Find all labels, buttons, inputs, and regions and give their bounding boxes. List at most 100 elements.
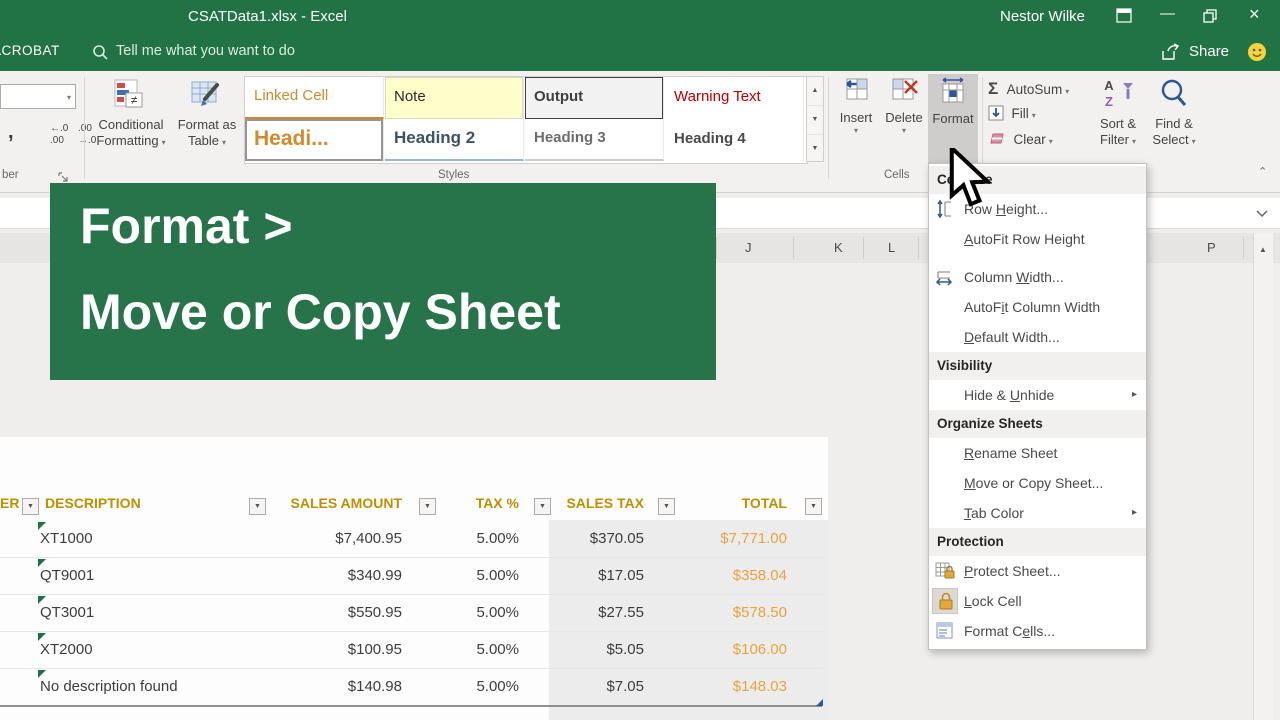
- cell-tax[interactable]: 5.00%: [402, 557, 519, 594]
- column-header-l[interactable]: L: [888, 240, 895, 255]
- minimize-button[interactable]: —: [1160, 5, 1175, 22]
- tab-acrobat[interactable]: ACROBAT: [0, 43, 60, 58]
- filter-button[interactable]: ▼: [658, 498, 675, 515]
- cell-sales-tax[interactable]: $5.05: [519, 631, 644, 668]
- cell-tax[interactable]: 5.00%: [402, 631, 519, 668]
- menu-item-format-cells[interactable]: Format Cells...: [929, 616, 1146, 646]
- gallery-scroll-up-icon[interactable]: ▲: [807, 77, 823, 106]
- cell-description[interactable]: XT1000: [40, 520, 260, 557]
- menu-header-organize-sheets: Organize Sheets: [929, 410, 1146, 438]
- autosum-button[interactable]: Σ AutoSum: [988, 79, 1069, 99]
- cell-sales-amount[interactable]: $100.95: [270, 631, 402, 668]
- title-bar: CSATData1.xlsx - Excel Nestor Wilke — ×: [0, 0, 1280, 33]
- vertical-scrollbar[interactable]: [1253, 233, 1273, 720]
- column-header-p[interactable]: P: [1207, 240, 1216, 255]
- styles-group-label: Styles: [438, 169, 470, 181]
- menu-item-default-width[interactable]: Default Width...: [929, 322, 1146, 352]
- cell-sales-amount[interactable]: $340.99: [270, 557, 402, 594]
- sort-filter-label: Sort & Filter: [1090, 116, 1146, 150]
- protect-sheet-icon: [935, 561, 957, 581]
- style-note[interactable]: Note: [385, 77, 524, 119]
- format-as-table-button[interactable]: Format as Table: [176, 77, 238, 181]
- find-select-icon: [1157, 79, 1191, 115]
- insert-dropdown-caret[interactable]: ▾: [832, 126, 880, 135]
- cell-sales-amount[interactable]: $7,400.95: [270, 520, 402, 557]
- cell-sales-tax[interactable]: $7.05: [519, 668, 644, 705]
- style-heading2[interactable]: Heading 2: [385, 119, 524, 161]
- table-row[interactable]: QT3001 $550.95 5.00% $27.55 $578.50: [0, 594, 828, 631]
- table-resize-handle[interactable]: [816, 699, 823, 706]
- style-heading1-selected[interactable]: Headi...: [245, 119, 384, 161]
- cell-sales-amount[interactable]: $140.98: [270, 668, 402, 705]
- cell-sales-amount[interactable]: $550.95: [270, 594, 402, 631]
- menu-item-autofit-row-height[interactable]: AutoFit Row Height: [929, 224, 1146, 254]
- cell-total[interactable]: $106.00: [644, 631, 787, 668]
- column-header-j[interactable]: J: [745, 240, 752, 255]
- cell-total[interactable]: $7,771.00: [644, 520, 787, 557]
- menu-item-column-width[interactable]: Column Width...: [929, 262, 1146, 292]
- close-button[interactable]: ×: [1249, 4, 1260, 25]
- cell-total[interactable]: $578.50: [644, 594, 787, 631]
- menu-item-tab-color[interactable]: Tab Color: [929, 498, 1146, 528]
- menu-item-move-or-copy-sheet[interactable]: Move or Copy Sheet...: [929, 468, 1146, 498]
- banner-line1: Format >: [80, 198, 293, 254]
- number-format-combobox[interactable]: ▾: [0, 84, 76, 109]
- delete-cells-button[interactable]: Delete ▾: [880, 77, 928, 135]
- clear-button[interactable]: Clear: [988, 131, 1053, 149]
- gallery-more-icon[interactable]: ▼: [807, 135, 823, 163]
- delete-dropdown-caret[interactable]: ▾: [880, 126, 928, 135]
- expand-formula-bar-icon[interactable]: [1255, 206, 1269, 224]
- menu-item-lock-cell[interactable]: Lock Cell: [929, 586, 1146, 616]
- cell-description[interactable]: QT3001: [40, 594, 260, 631]
- group-divider: [828, 77, 829, 179]
- share-button[interactable]: Share: [1189, 43, 1229, 60]
- menu-item-protect-sheet[interactable]: Protect Sheet...: [929, 556, 1146, 586]
- table-row[interactable]: XT1000 $7,400.95 5.00% $370.05 $7,771.00: [0, 520, 828, 557]
- style-output[interactable]: Output: [525, 77, 664, 119]
- tell-me-input[interactable]: Tell me what you want to do: [116, 43, 295, 59]
- style-warning-text[interactable]: Warning Text: [665, 77, 804, 119]
- cell-description[interactable]: XT2000: [40, 631, 260, 668]
- comma-style-button[interactable]: ,: [8, 121, 14, 144]
- cell-tax[interactable]: 5.00%: [402, 668, 519, 705]
- fill-icon: [988, 105, 1008, 122]
- style-heading3[interactable]: Heading 3: [525, 119, 664, 161]
- menu-item-rename-sheet[interactable]: Rename Sheet: [929, 438, 1146, 468]
- document-title: CSATData1.xlsx - Excel: [188, 8, 347, 25]
- increase-decimal-button[interactable]: ←.0 .00: [50, 123, 68, 147]
- cell-total[interactable]: $358.04: [644, 557, 787, 594]
- cell-sales-tax[interactable]: $27.55: [519, 594, 644, 631]
- gallery-scroll-down-icon[interactable]: ▼: [807, 106, 823, 135]
- sort-filter-button[interactable]: AZ Sort & Filter: [1090, 77, 1146, 150]
- find-select-button[interactable]: Find & Select: [1146, 77, 1202, 150]
- cell-description[interactable]: QT9001: [40, 557, 260, 594]
- cell-sales-tax[interactable]: $370.05: [519, 520, 644, 557]
- filter-button[interactable]: ▼: [805, 498, 822, 515]
- scroll-up-icon[interactable]: ▲: [1255, 238, 1271, 262]
- cell-sales-tax[interactable]: $17.05: [519, 557, 644, 594]
- filter-button[interactable]: ▼: [22, 498, 39, 515]
- menu-item-autofit-column-width[interactable]: AutoFit Column Width: [929, 292, 1146, 322]
- conditional-formatting-button[interactable]: ≠ Conditional Formatting: [90, 77, 172, 181]
- fill-button[interactable]: Fill: [988, 105, 1036, 123]
- cell-tax[interactable]: 5.00%: [402, 520, 519, 557]
- menu-item-hide-unhide[interactable]: Hide & Unhide: [929, 380, 1146, 410]
- signed-in-user[interactable]: Nestor Wilke: [1000, 8, 1085, 25]
- table-header-sales-tax: SALES TAX: [566, 495, 644, 511]
- insert-cells-button[interactable]: Insert ▾: [832, 77, 880, 135]
- filter-button[interactable]: ▼: [249, 498, 266, 515]
- cell-tax[interactable]: 5.00%: [402, 594, 519, 631]
- collapse-ribbon-icon[interactable]: ⌃: [1258, 165, 1267, 178]
- table-row[interactable]: XT2000 $100.95 5.00% $5.05 $106.00: [0, 631, 828, 668]
- table-row[interactable]: QT9001 $340.99 5.00% $17.05 $358.04: [0, 557, 828, 594]
- column-header-k[interactable]: K: [834, 240, 843, 255]
- table-row[interactable]: No description found $140.98 5.00% $7.05…: [0, 668, 828, 705]
- autosum-sigma-icon: Σ: [988, 79, 999, 98]
- cell-description[interactable]: No description found: [40, 668, 260, 705]
- restore-button[interactable]: [1203, 9, 1218, 28]
- style-heading4[interactable]: Heading 4: [665, 119, 804, 161]
- style-linked-cell[interactable]: Linked Cell: [245, 77, 384, 119]
- feedback-smiley-icon[interactable]: [1246, 41, 1268, 68]
- cell-total[interactable]: $148.03: [644, 668, 787, 705]
- ribbon-display-options-icon[interactable]: [1116, 8, 1132, 27]
